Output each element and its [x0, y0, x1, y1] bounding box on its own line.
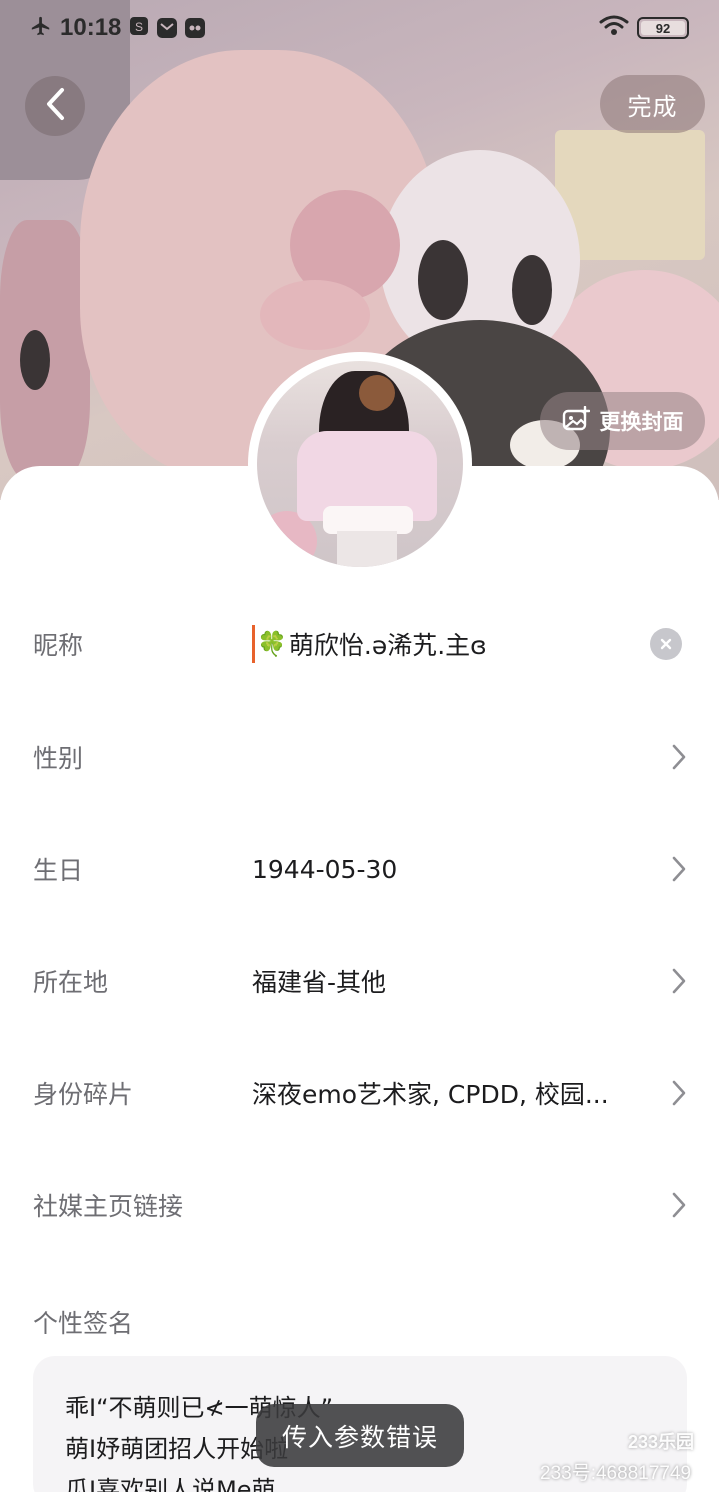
social-link-label: 社媒主页链接 — [33, 1192, 184, 1221]
birthday-row[interactable]: 生日 1944-05-30 — [0, 834, 719, 904]
gender-row[interactable]: 性别 — [0, 722, 719, 792]
watermark-logo: 233乐园 — [628, 1432, 695, 1452]
identity-value: 深夜emo艺术家, CPDD, 校园... — [252, 1080, 609, 1109]
status-time: 10:18 — [60, 14, 122, 41]
chevron-right-icon — [668, 742, 690, 772]
image-plus-icon — [562, 405, 590, 437]
birthday-label: 生日 — [33, 856, 84, 885]
app-icon — [185, 18, 206, 38]
error-toast: 传入参数错误 — [256, 1404, 464, 1467]
clear-icon[interactable] — [650, 628, 682, 660]
wifi-icon — [599, 15, 629, 41]
chevron-right-icon — [668, 966, 690, 996]
notification-icon: S — [129, 16, 149, 40]
text-caret — [252, 625, 255, 663]
clover-icon: 🍀 — [257, 630, 287, 658]
birthday-value: 1944-05-30 — [252, 854, 398, 884]
nickname-input[interactable]: 🍀 萌欣怡.ə浠艽.主ɞ — [252, 625, 487, 663]
identity-row[interactable]: 身份碎片 深夜emo艺术家, CPDD, 校园... — [0, 1058, 719, 1128]
change-cover-label: 更换封面 — [599, 410, 684, 434]
avatar-ring[interactable] — [248, 352, 472, 576]
status-bar: 10:18 S 92 — [0, 0, 719, 56]
battery-icon: 92 — [637, 17, 689, 39]
message-icon — [157, 18, 178, 38]
battery-level: 92 — [655, 20, 671, 36]
signature-label: 个性签名 — [33, 1309, 134, 1338]
avatar[interactable] — [257, 361, 463, 567]
airplane-icon — [30, 15, 52, 41]
nickname-label: 昵称 — [33, 631, 84, 660]
identity-label: 身份碎片 — [33, 1080, 134, 1109]
back-button[interactable] — [25, 76, 85, 136]
chevron-left-icon — [44, 87, 66, 125]
location-label: 所在地 — [33, 968, 109, 997]
watermark-id: 233号:468817749 — [540, 1463, 692, 1484]
gender-label: 性别 — [33, 744, 84, 773]
chevron-right-icon — [668, 1078, 690, 1108]
nickname-value: 萌欣怡.ə浠艽.主ɞ — [288, 631, 487, 660]
change-cover-button[interactable]: 更换封面 — [540, 392, 705, 450]
chevron-right-icon — [668, 1190, 690, 1220]
chevron-right-icon — [668, 854, 690, 884]
social-link-row[interactable]: 社媒主页链接 — [0, 1170, 719, 1240]
nickname-row[interactable]: 昵称 🍀 萌欣怡.ə浠艽.主ɞ — [0, 609, 719, 679]
location-value: 福建省-其他 — [252, 968, 387, 997]
done-button[interactable]: 完成 — [600, 75, 705, 133]
svg-text:S: S — [135, 20, 143, 34]
location-row[interactable]: 所在地 福建省-其他 — [0, 946, 719, 1016]
